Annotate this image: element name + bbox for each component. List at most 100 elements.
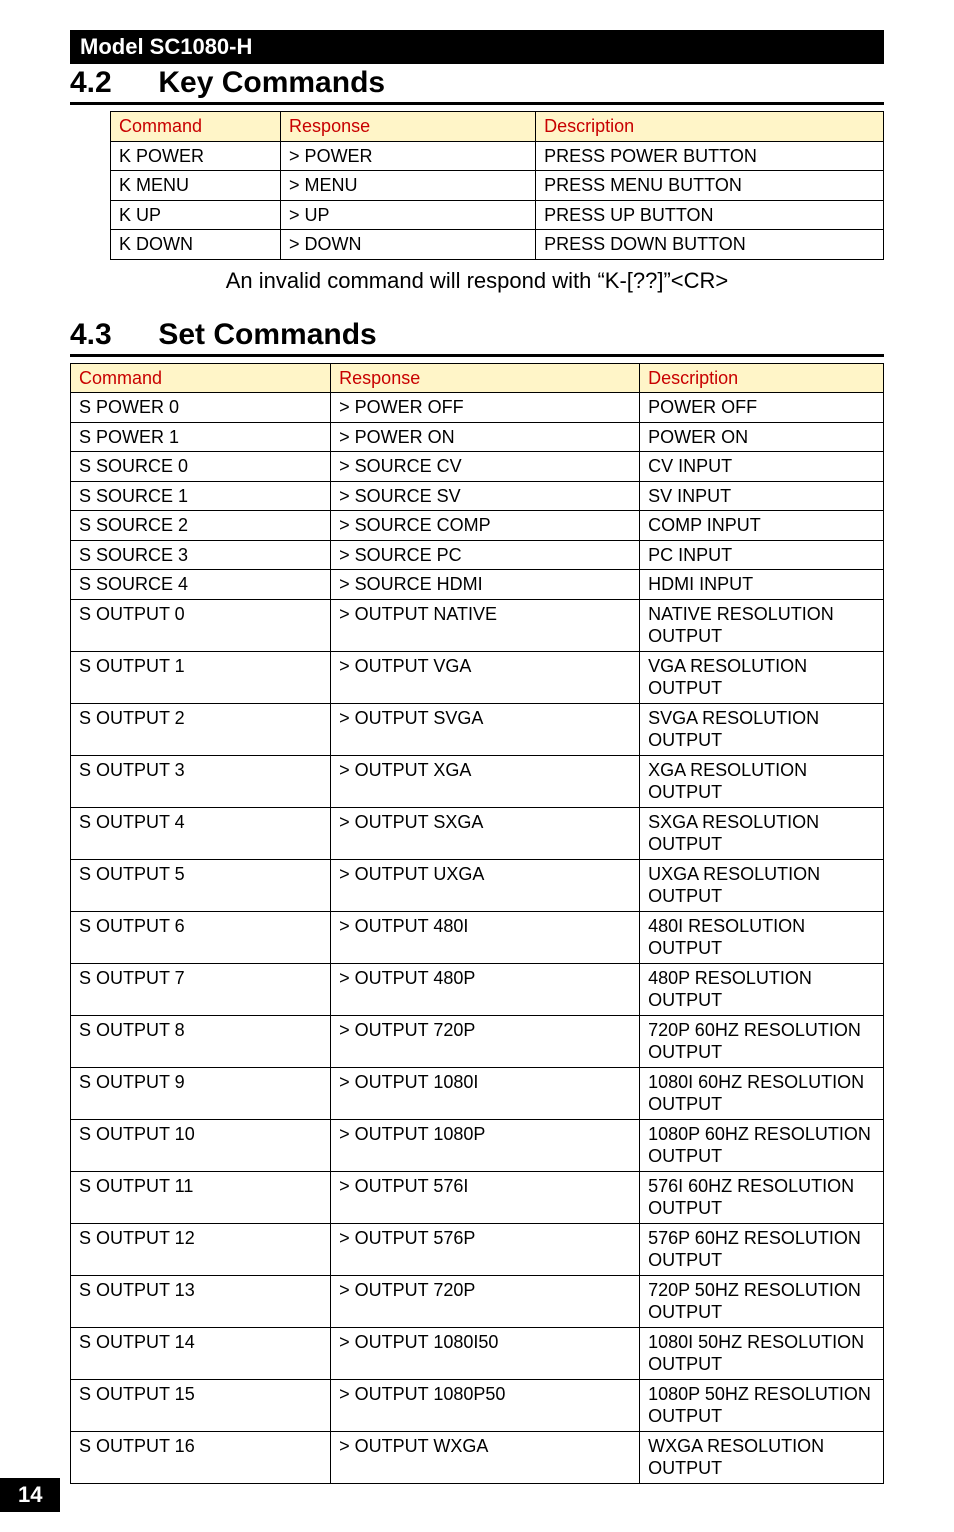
table-row: K UP> UPPRESS UP BUTTON [111, 200, 884, 230]
table-cell: PRESS MENU BUTTON [536, 171, 884, 201]
table-cell: > OUTPUT 576P [331, 1223, 640, 1275]
table-cell: S SOURCE 3 [71, 540, 331, 570]
table-cell: HDMI INPUT [640, 570, 884, 600]
section-4-3-heading: 4.3 Set Commands [70, 318, 884, 357]
table-cell: PC INPUT [640, 540, 884, 570]
section-title: Key Commands [158, 66, 385, 99]
table-cell: POWER ON [640, 422, 884, 452]
table-row: S OUTPUT 9> OUTPUT 1080I1080I 60HZ RESOL… [71, 1067, 884, 1119]
table-cell: SV INPUT [640, 481, 884, 511]
table-cell: > OUTPUT SXGA [331, 807, 640, 859]
table-cell: > OUTPUT 720P [331, 1015, 640, 1067]
table-row: S OUTPUT 13> OUTPUT 720P720P 50HZ RESOLU… [71, 1275, 884, 1327]
key-commands-table: Command Response Description K POWER> PO… [110, 111, 884, 260]
table-cell: > OUTPUT 720P [331, 1275, 640, 1327]
table-cell: > POWER ON [331, 422, 640, 452]
table-cell: S OUTPUT 12 [71, 1223, 331, 1275]
table-cell: S SOURCE 4 [71, 570, 331, 600]
table-row: S OUTPUT 5> OUTPUT UXGAUXGA RESOLUTION O… [71, 859, 884, 911]
table-cell: S POWER 0 [71, 393, 331, 423]
table-row: K DOWN> DOWNPRESS DOWN BUTTON [111, 230, 884, 260]
table-cell: NATIVE RESOLUTION OUTPUT [640, 599, 884, 651]
table-header-row: Command Response Description [71, 363, 884, 393]
table-cell: 480I RESOLUTION OUTPUT [640, 911, 884, 963]
table-cell: > SOURCE PC [331, 540, 640, 570]
table-cell: XGA RESOLUTION OUTPUT [640, 755, 884, 807]
table-cell: > SOURCE COMP [331, 511, 640, 541]
table-cell: S OUTPUT 14 [71, 1327, 331, 1379]
table-cell: S OUTPUT 1 [71, 651, 331, 703]
table-cell: SVGA RESOLUTION OUTPUT [640, 703, 884, 755]
table-row: S OUTPUT 1> OUTPUT VGAVGA RESOLUTION OUT… [71, 651, 884, 703]
table-cell: 1080P 60HZ RESOLUTION OUTPUT [640, 1119, 884, 1171]
table-cell: S SOURCE 2 [71, 511, 331, 541]
table-cell: S OUTPUT 3 [71, 755, 331, 807]
table-cell: PRESS DOWN BUTTON [536, 230, 884, 260]
section-title: Set Commands [158, 318, 376, 351]
table-cell: 576P 60HZ RESOLUTION OUTPUT [640, 1223, 884, 1275]
table-row: S OUTPUT 7> OUTPUT 480P480P RESOLUTION O… [71, 963, 884, 1015]
table-cell: > OUTPUT SVGA [331, 703, 640, 755]
table-cell: 720P 60HZ RESOLUTION OUTPUT [640, 1015, 884, 1067]
col-header: Response [281, 112, 536, 142]
table-cell: > OUTPUT 1080P50 [331, 1379, 640, 1431]
table-cell: > SOURCE SV [331, 481, 640, 511]
table-cell: K DOWN [111, 230, 281, 260]
set-commands-table: Command Response Description S POWER 0> … [70, 363, 884, 1484]
table-cell: S SOURCE 0 [71, 452, 331, 482]
section-number: 4.2 [70, 66, 150, 100]
table-header-row: Command Response Description [111, 112, 884, 142]
table-cell: S OUTPUT 8 [71, 1015, 331, 1067]
table-cell: 1080P 50HZ RESOLUTION OUTPUT [640, 1379, 884, 1431]
table-cell: > OUTPUT 1080P [331, 1119, 640, 1171]
table-cell: S OUTPUT 9 [71, 1067, 331, 1119]
col-header: Description [640, 363, 884, 393]
table-cell: > OUTPUT NATIVE [331, 599, 640, 651]
table-cell: S OUTPUT 4 [71, 807, 331, 859]
table-cell: K POWER [111, 141, 281, 171]
table-cell: S OUTPUT 0 [71, 599, 331, 651]
table-cell: > OUTPUT WXGA [331, 1431, 640, 1483]
col-header: Command [71, 363, 331, 393]
table-cell: POWER OFF [640, 393, 884, 423]
table-cell: > OUTPUT VGA [331, 651, 640, 703]
table-cell: WXGA RESOLUTION OUTPUT [640, 1431, 884, 1483]
table-row: S POWER 0> POWER OFFPOWER OFF [71, 393, 884, 423]
table-row: S SOURCE 0> SOURCE CVCV INPUT [71, 452, 884, 482]
table-row: S OUTPUT 12> OUTPUT 576P576P 60HZ RESOLU… [71, 1223, 884, 1275]
table-row: S OUTPUT 0> OUTPUT NATIVENATIVE RESOLUTI… [71, 599, 884, 651]
table-row: S OUTPUT 16> OUTPUT WXGAWXGA RESOLUTION … [71, 1431, 884, 1483]
table-cell: 576I 60HZ RESOLUTION OUTPUT [640, 1171, 884, 1223]
table-cell: UXGA RESOLUTION OUTPUT [640, 859, 884, 911]
table-cell: PRESS POWER BUTTON [536, 141, 884, 171]
table-cell: > OUTPUT 1080I [331, 1067, 640, 1119]
table-cell: S OUTPUT 5 [71, 859, 331, 911]
table-cell: PRESS UP BUTTON [536, 200, 884, 230]
table-cell: 1080I 50HZ RESOLUTION OUTPUT [640, 1327, 884, 1379]
table-row: K POWER> POWERPRESS POWER BUTTON [111, 141, 884, 171]
table-cell: 480P RESOLUTION OUTPUT [640, 963, 884, 1015]
table-cell: 720P 50HZ RESOLUTION OUTPUT [640, 1275, 884, 1327]
table-row: K MENU> MENUPRESS MENU BUTTON [111, 171, 884, 201]
table-cell: K MENU [111, 171, 281, 201]
table-cell: S POWER 1 [71, 422, 331, 452]
table-row: S OUTPUT 2> OUTPUT SVGASVGA RESOLUTION O… [71, 703, 884, 755]
table-cell: COMP INPUT [640, 511, 884, 541]
table-row: S SOURCE 1> SOURCE SVSV INPUT [71, 481, 884, 511]
table-cell: > OUTPUT 576I [331, 1171, 640, 1223]
page-footer: 14 [0, 1478, 60, 1512]
col-header: Response [331, 363, 640, 393]
table-cell: S OUTPUT 15 [71, 1379, 331, 1431]
table-row: S SOURCE 3> SOURCE PCPC INPUT [71, 540, 884, 570]
model-bar: Model SC1080-H [70, 30, 884, 64]
table-row: S OUTPUT 10> OUTPUT 1080P1080P 60HZ RESO… [71, 1119, 884, 1171]
table-cell: > OUTPUT 480P [331, 963, 640, 1015]
table-cell: K UP [111, 200, 281, 230]
table-cell: S OUTPUT 7 [71, 963, 331, 1015]
table-row: S OUTPUT 15> OUTPUT 1080P501080P 50HZ RE… [71, 1379, 884, 1431]
table-cell: > OUTPUT XGA [331, 755, 640, 807]
table-row: S SOURCE 2> SOURCE COMPCOMP INPUT [71, 511, 884, 541]
table-cell: CV INPUT [640, 452, 884, 482]
table-cell: VGA RESOLUTION OUTPUT [640, 651, 884, 703]
invalid-command-caption: An invalid command will respond with “K-… [70, 268, 884, 294]
